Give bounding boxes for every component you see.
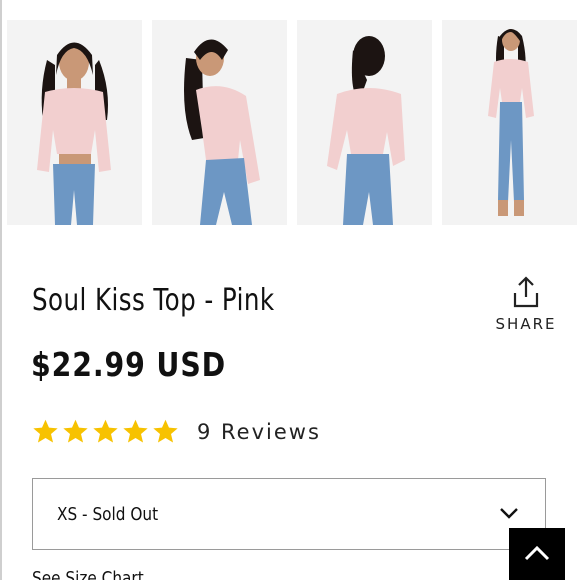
star-icon: [63, 419, 88, 443]
star-icon: [123, 419, 148, 443]
gallery-thumbnail-front[interactable]: [7, 20, 142, 225]
rating-stars: [32, 418, 179, 445]
reviews-link[interactable]: 9 Reviews: [197, 420, 321, 444]
image-gallery: [7, 20, 577, 225]
back-to-top-button[interactable]: [509, 528, 565, 580]
gallery-thumbnail-back[interactable]: [297, 20, 432, 225]
gallery-thumbnail-side[interactable]: [152, 20, 287, 225]
chevron-down-icon: [500, 508, 518, 519]
share-label: SHARE: [495, 315, 557, 333]
product-rating[interactable]: 9 Reviews: [32, 418, 321, 445]
share-button[interactable]: SHARE: [494, 275, 558, 333]
product-page: Soul Kiss Top - Pink SHARE $22.99 USD 9 …: [0, 0, 580, 580]
star-icon: [93, 419, 118, 443]
share-icon: [513, 276, 539, 308]
size-dropdown[interactable]: XS - Sold Out: [32, 478, 546, 550]
product-price: $22.99 USD: [31, 345, 227, 384]
size-chart-link[interactable]: See Size Chart: [32, 568, 144, 580]
chevron-up-icon: [524, 545, 550, 561]
size-selected-value: XS - Sold Out: [57, 504, 159, 525]
viewport-edge: [0, 0, 2, 580]
gallery-thumbnail-full[interactable]: [442, 20, 577, 225]
star-icon: [153, 419, 178, 443]
star-icon: [33, 419, 58, 443]
product-title: Soul Kiss Top - Pink: [32, 283, 275, 318]
